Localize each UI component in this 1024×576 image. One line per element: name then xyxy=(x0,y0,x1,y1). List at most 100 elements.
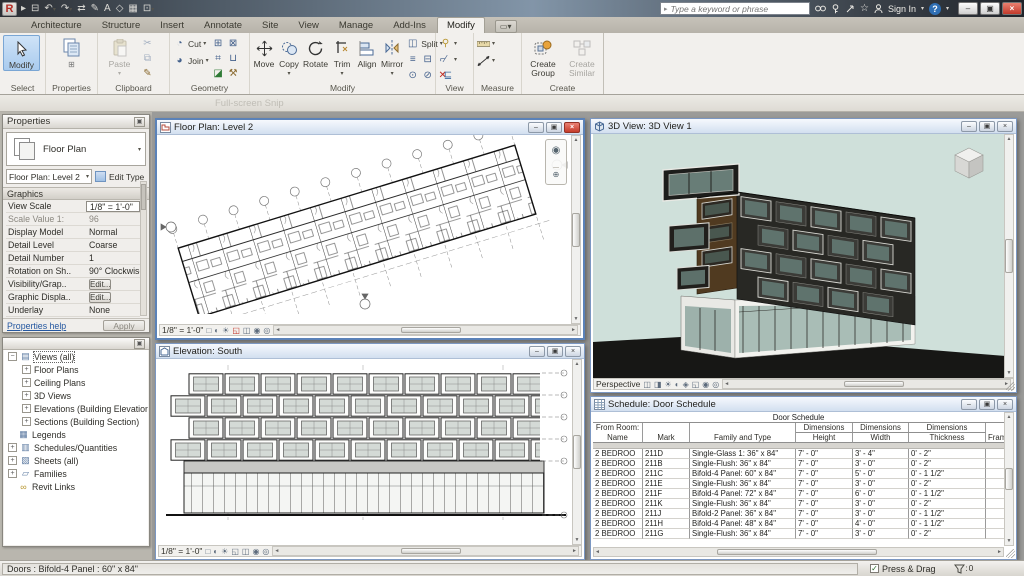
detail-line-icon[interactable]: ✎ xyxy=(91,3,99,14)
unpin-icon[interactable]: ⊘ xyxy=(421,69,434,82)
move-button[interactable]: Move xyxy=(253,35,275,69)
crop-view-icon[interactable]: ◱ xyxy=(231,547,239,556)
schedule-row[interactable]: 2 BEDROO211CBifold-4 Panel: 60" x 84"7' … xyxy=(593,469,1004,479)
crop-view-icon[interactable]: ◱ xyxy=(232,326,240,335)
expand-icon[interactable]: + xyxy=(8,456,17,465)
scroll-right-icon[interactable]: ► xyxy=(997,549,1002,555)
elevation-canvas[interactable] xyxy=(158,359,572,545)
scroll-up-icon[interactable]: ▲ xyxy=(1007,414,1012,420)
schedule-row[interactable]: 2 BEDROO211ESingle-Flush: 36" x 84"7' - … xyxy=(593,479,1004,489)
expand-icon[interactable]: + xyxy=(8,469,17,478)
selection-filter[interactable]: : 0 xyxy=(954,564,974,574)
expand-icon[interactable]: + xyxy=(8,443,17,452)
temporary-hide-isolate-icon[interactable]: ◉ xyxy=(702,380,709,389)
col-header-thickness[interactable]: Thickness xyxy=(909,433,986,443)
property-row-display-model[interactable]: Display Model Normal xyxy=(6,226,140,239)
close-button[interactable]: × xyxy=(997,399,1013,410)
rotate-button[interactable]: Rotate xyxy=(303,35,328,69)
rendering-dialog-icon[interactable]: ◈ xyxy=(683,380,689,389)
tree-item-revit-links[interactable]: ∞Revit Links xyxy=(4,480,148,493)
vscroll-thumb[interactable] xyxy=(573,435,581,469)
minimize-button[interactable]: – xyxy=(961,121,977,132)
apply-button[interactable]: Apply xyxy=(103,320,145,331)
collapse-icon[interactable]: − xyxy=(8,352,17,361)
col-header-family-type[interactable]: Family and Type xyxy=(690,433,796,443)
tab-add-ins[interactable]: Add-Ins xyxy=(384,18,435,33)
property-row-detail-level[interactable]: Detail Level Coarse xyxy=(6,239,140,252)
default-3d-view-icon[interactable]: ◇ xyxy=(116,3,124,14)
tab-view[interactable]: View xyxy=(289,18,327,33)
property-row-rotation[interactable]: Rotation on Sh.. 90° Clockwise xyxy=(6,265,140,278)
app-minimize-button[interactable]: – xyxy=(958,2,978,15)
mirror-button[interactable]: Mirror ▾ xyxy=(381,35,403,77)
save-icon[interactable]: ⊟ xyxy=(31,3,39,14)
property-row-graphic-display[interactable]: Graphic Displa.. Edit... xyxy=(6,291,140,304)
crop-region-visibility-icon[interactable]: ◫ xyxy=(242,547,250,556)
properties-help-link[interactable]: Properties help xyxy=(7,321,66,331)
floor-plan-canvas[interactable]: ◉ ⊕ xyxy=(159,135,571,324)
restore-button[interactable]: ▣ xyxy=(979,121,995,132)
visual-style-icon[interactable]: □ xyxy=(206,326,211,335)
search-input[interactable] xyxy=(670,4,805,14)
scroll-down-icon[interactable]: ▼ xyxy=(1007,370,1012,376)
ruler-icon[interactable] xyxy=(477,37,490,50)
sun-path-icon[interactable]: ☀ xyxy=(665,380,672,389)
temporary-hide-isolate-icon[interactable]: ◉ xyxy=(252,547,259,556)
app-restore-button[interactable]: ▣ xyxy=(980,2,1000,15)
property-row-visibility[interactable]: Visibility/Grap.. Edit... xyxy=(6,278,140,291)
tree-item-elevations[interactable]: +Elevations (Building Elevation) xyxy=(4,402,148,415)
minimize-button[interactable]: – xyxy=(961,399,977,410)
help-icon[interactable]: ? xyxy=(929,3,941,15)
sun-path-icon[interactable]: ☀ xyxy=(222,326,229,335)
three-d-window-titlebar[interactable]: 3D View: 3D View 1 – ▣ × xyxy=(591,119,1016,134)
tab-modify[interactable]: Modify xyxy=(437,17,485,33)
tab-insert[interactable]: Insert xyxy=(151,18,193,33)
tree-item-views-all[interactable]: −▤Views (all) xyxy=(4,350,148,363)
create-similar-button[interactable]: Create Similar xyxy=(564,35,600,78)
col-header-width[interactable]: Width xyxy=(853,433,909,443)
close-button[interactable]: × xyxy=(997,121,1013,132)
property-row-underlay[interactable]: Underlay None xyxy=(6,304,140,317)
copy-to-clipboard-icon[interactable]: ⧉ xyxy=(141,52,154,65)
scroll-left-icon[interactable]: ◄ xyxy=(274,548,279,554)
edit-type-button[interactable]: Edit Type xyxy=(109,172,144,182)
tree-item-floor-plans[interactable]: +Floor Plans xyxy=(4,363,148,376)
schedule-row[interactable]: 2 BEDROO211BSingle-Flush: 36" x 84"7' - … xyxy=(593,459,1004,469)
undo-icon[interactable]: ↶▾ xyxy=(44,3,55,14)
panel-label-select[interactable]: Select xyxy=(0,83,45,93)
navigation-bar[interactable]: ◉ ⊕ xyxy=(545,139,567,185)
sign-in-label[interactable]: Sign In xyxy=(888,4,916,14)
revit-app-menu-button[interactable]: R xyxy=(2,2,17,16)
window-resize-grip[interactable] xyxy=(1006,549,1015,558)
three-d-canvas[interactable] xyxy=(593,134,1004,378)
reveal-hidden-elements-icon[interactable]: ◎ xyxy=(712,380,719,389)
expand-icon[interactable]: + xyxy=(22,404,31,413)
reveal-hidden-elements-icon[interactable]: ◎ xyxy=(263,326,270,335)
scroll-down-icon[interactable]: ▼ xyxy=(1007,538,1012,544)
scroll-left-icon[interactable]: ◄ xyxy=(275,327,280,333)
tab-manage[interactable]: Manage xyxy=(330,18,382,33)
temporary-hide-isolate-icon[interactable]: ◉ xyxy=(253,326,260,335)
tree-item-legends[interactable]: ▦Legends xyxy=(4,428,148,441)
scroll-right-icon[interactable]: ► xyxy=(572,548,577,554)
panel-label-create[interactable]: Create xyxy=(522,83,603,93)
schedule-row[interactable]: 2 BEDROO211DSingle-Glass 1: 36" x 84"7' … xyxy=(593,449,1004,459)
create-group-button[interactable]: Create Group xyxy=(525,35,561,78)
scroll-down-icon[interactable]: ▼ xyxy=(575,537,580,543)
visual-style-icon[interactable]: □ xyxy=(205,547,210,556)
floor-plan-vscrollbar[interactable]: ▲ ▼ xyxy=(571,135,581,324)
beam-join-icon[interactable]: ⊠ xyxy=(227,37,240,50)
tab-site[interactable]: Site xyxy=(253,18,287,33)
scroll-right-icon[interactable]: ► xyxy=(571,327,576,333)
three-d-vscrollbar[interactable]: ▲ ▼ xyxy=(1004,134,1014,378)
elevation-window-titlebar[interactable]: Elevation: South – ▣ × xyxy=(156,344,584,359)
help-dropdown-icon[interactable]: ▾ xyxy=(946,5,949,12)
property-row-detail-number[interactable]: Detail Number 1 xyxy=(6,252,140,265)
property-row-view-scale[interactable]: View Scale 1/8" = 1'-0" xyxy=(6,200,140,213)
close-button[interactable]: × xyxy=(565,346,581,357)
hscroll-thumb[interactable] xyxy=(401,327,461,333)
redo-icon[interactable]: ↷▾ xyxy=(61,3,72,14)
offset-icon[interactable]: ≡ xyxy=(406,53,419,66)
tree-item-sections[interactable]: +Sections (Building Section) xyxy=(4,415,148,428)
lightbulb-icon[interactable]: ⚲ xyxy=(439,37,452,50)
